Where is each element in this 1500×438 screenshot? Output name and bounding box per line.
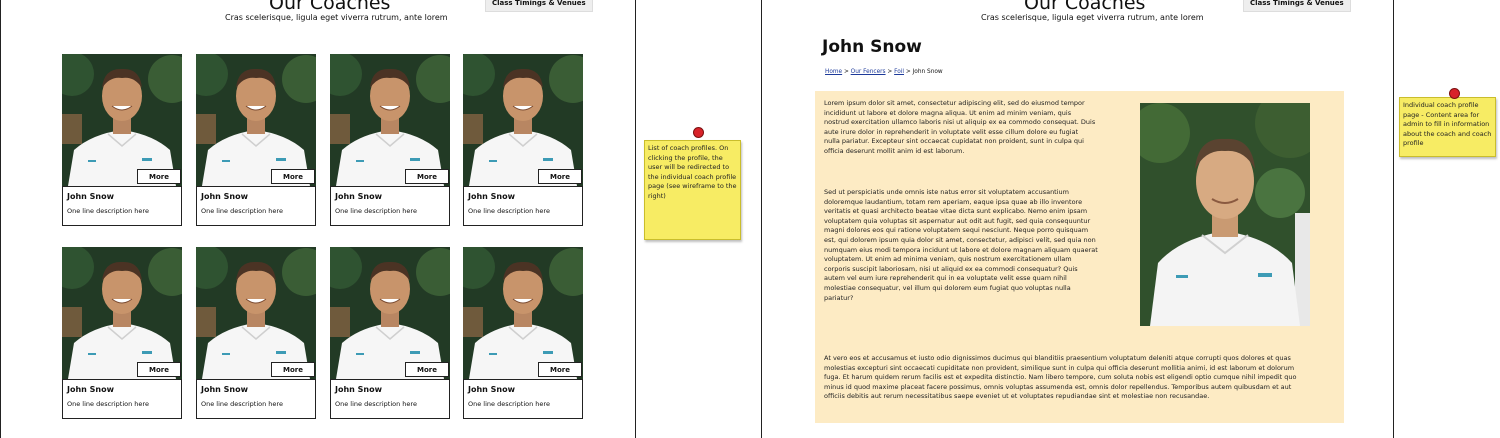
- coach-description: One line description here: [468, 207, 550, 215]
- page-subtitle-right: Cras scelerisque, ligula eget viverra ru…: [981, 13, 1204, 22]
- annotation-note-coach-list: List of coach profiles. On clicking the …: [644, 140, 741, 240]
- breadcrumb-separator: >: [887, 69, 893, 75]
- coach-card[interactable]: More John Snow One line description here: [463, 54, 583, 226]
- page-title-right: Our Coaches: [1024, 0, 1146, 14]
- profile-name-heading: John Snow: [822, 37, 922, 57]
- tab-class-timings[interactable]: Class Timings & Venues: [485, 0, 593, 12]
- pin-icon: [693, 127, 704, 138]
- coach-photo-image: [330, 54, 450, 186]
- coach-photo[interactable]: [330, 247, 450, 379]
- coach-card-info: John Snow One line description here: [463, 186, 583, 226]
- coach-photo[interactable]: [463, 54, 583, 186]
- coach-portrait-image: [1140, 103, 1310, 326]
- coach-card-info: John Snow One line description here: [463, 379, 583, 419]
- breadcrumb-home-link[interactable]: Home: [825, 69, 842, 75]
- coach-name: John Snow: [335, 192, 382, 201]
- breadcrumb-fencers-link[interactable]: Our Fencers: [851, 69, 886, 75]
- coach-card[interactable]: More John Snow One line description here: [330, 247, 450, 419]
- coach-photo-image: [62, 54, 182, 186]
- breadcrumb-separator: >: [905, 69, 911, 75]
- coach-card[interactable]: More John Snow One line description here: [330, 54, 450, 226]
- breadcrumb: Home > Our Fencers > Foil > John Snow: [825, 69, 943, 75]
- more-button[interactable]: More: [405, 362, 449, 377]
- coach-card[interactable]: More John Snow One line description here: [463, 247, 583, 419]
- more-button[interactable]: More: [405, 169, 449, 184]
- tab-class-timings-right[interactable]: Class Timings & Venues: [1243, 0, 1351, 12]
- coach-card[interactable]: More John Snow One line description here: [196, 247, 316, 419]
- more-button[interactable]: More: [538, 362, 582, 377]
- annotation-text: Individual coach profile page - Content …: [1403, 101, 1492, 147]
- coach-photo[interactable]: [196, 54, 316, 186]
- coach-name: John Snow: [201, 385, 248, 394]
- coach-name: John Snow: [468, 385, 515, 394]
- profile-photo: [1140, 103, 1310, 326]
- annotation-note-coach-profile: Individual coach profile page - Content …: [1399, 97, 1496, 157]
- coach-description: One line description here: [201, 207, 283, 215]
- coach-card[interactable]: More John Snow One line description here: [62, 247, 182, 419]
- coach-description: One line description here: [468, 400, 550, 408]
- coach-photo-image: [463, 247, 583, 379]
- coach-description: One line description here: [335, 207, 417, 215]
- coach-photo[interactable]: [62, 247, 182, 379]
- coach-name: John Snow: [335, 385, 382, 394]
- coach-card-info: John Snow One line description here: [330, 379, 450, 419]
- coach-photo[interactable]: [330, 54, 450, 186]
- coach-description: One line description here: [67, 400, 149, 408]
- coach-photo-image: [463, 54, 583, 186]
- profile-paragraph-1: Lorem ipsum dolor sit amet, consectetur …: [824, 99, 1096, 155]
- breadcrumb-foil-link[interactable]: Foil: [894, 69, 904, 75]
- coach-photo-image: [196, 54, 316, 186]
- coach-name: John Snow: [67, 192, 114, 201]
- coach-card-info: John Snow One line description here: [330, 186, 450, 226]
- more-button[interactable]: More: [137, 169, 181, 184]
- coach-card-info: John Snow One line description here: [196, 186, 316, 226]
- coach-photo-image: [62, 247, 182, 379]
- profile-paragraph-3: At vero eos et accusamus et iusto odio d…: [824, 354, 1297, 401]
- coach-card[interactable]: More John Snow One line description here: [196, 54, 316, 226]
- coach-photo[interactable]: [62, 54, 182, 186]
- profile-paragraph-2: Sed ut perspiciatis unde omnis iste natu…: [824, 188, 1098, 302]
- coach-description: One line description here: [67, 207, 149, 215]
- annotation-text: List of coach profiles. On clicking the …: [648, 144, 737, 200]
- breadcrumb-current: John Snow: [912, 69, 943, 75]
- more-button[interactable]: More: [271, 169, 315, 184]
- page-title: Our Coaches: [269, 0, 391, 14]
- breadcrumb-separator: >: [843, 69, 849, 75]
- coach-card-info: John Snow One line description here: [62, 186, 182, 226]
- pin-icon: [1449, 88, 1460, 99]
- coach-description: One line description here: [335, 400, 417, 408]
- coach-card-info: John Snow One line description here: [62, 379, 182, 419]
- coach-description: One line description here: [201, 400, 283, 408]
- coach-name: John Snow: [201, 192, 248, 201]
- coach-photo-image: [196, 247, 316, 379]
- more-button[interactable]: More: [137, 362, 181, 377]
- coach-photo[interactable]: [463, 247, 583, 379]
- page-subtitle: Cras scelerisque, ligula eget viverra ru…: [225, 13, 448, 22]
- coach-photo-image: [330, 247, 450, 379]
- coach-photo[interactable]: [196, 247, 316, 379]
- coach-name: John Snow: [468, 192, 515, 201]
- coach-card-info: John Snow One line description here: [196, 379, 316, 419]
- coach-name: John Snow: [67, 385, 114, 394]
- more-button[interactable]: More: [271, 362, 315, 377]
- more-button[interactable]: More: [538, 169, 582, 184]
- coach-card[interactable]: More John Snow One line description here: [62, 54, 182, 226]
